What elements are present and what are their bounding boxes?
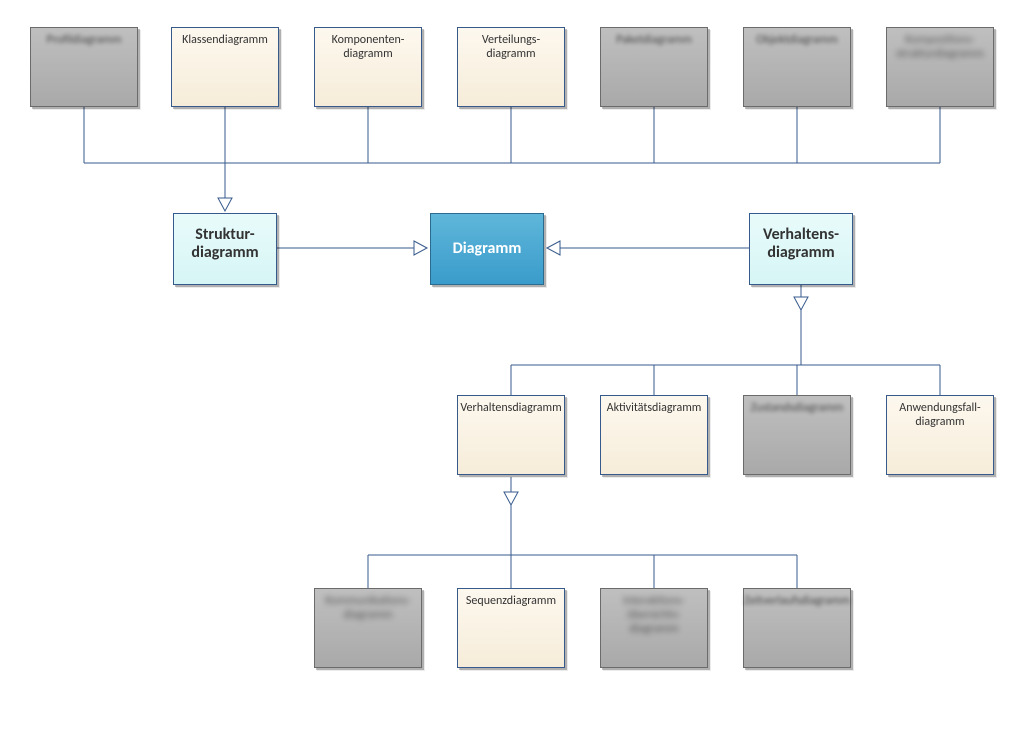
label: Sequenzdiagramm [466, 595, 556, 609]
node-verhaltensdiagramm-sub: Verhaltensdiagramm [457, 395, 565, 475]
label: Komponenten-diagramm [332, 34, 405, 62]
node-verteilungsdiagramm: Verteilungs-diagramm [457, 27, 565, 107]
label: Verhaltens-diagramm [763, 226, 839, 263]
node-paketdiagramm: Paketdiagramm [600, 27, 708, 107]
node-objektdiagramm: Objektdiagramm [743, 27, 851, 107]
label: Objektdiagramm [756, 34, 838, 48]
node-komponentendiagramm: Komponenten-diagramm [314, 27, 422, 107]
node-profildiagramm: Profildiagramm [30, 27, 138, 107]
label: Zustandsdiagramm [751, 402, 844, 416]
node-aktivitaetsdiagramm: Aktivitätsdiagramm [600, 395, 708, 475]
node-kommunikationsdiagramm: Kommunikations-diagramm [314, 588, 422, 668]
node-diagramm-root: Diagramm [430, 213, 544, 285]
label: Interaktions-übersichts-diagramm [623, 595, 685, 636]
label: Anwendungsfall-diagramm [899, 402, 980, 430]
node-zustandsdiagramm: Zustandsdiagramm [743, 395, 851, 475]
label: Diagramm [453, 240, 522, 258]
node-anwendungsfalldiagramm: Anwendungsfall-diagramm [886, 395, 994, 475]
label: Zeitverlaufsdiagramm [744, 595, 850, 609]
label: Profildiagramm [47, 34, 122, 48]
node-verhaltensdiagramm: Verhaltens-diagramm [749, 213, 853, 285]
node-strukturdiagramm: Struktur-diagramm [173, 213, 277, 285]
node-klassendiagramm: Klassendiagramm [171, 27, 279, 107]
label: Aktivitätsdiagramm [607, 402, 702, 416]
node-zeitverlaufsdiagramm: Zeitverlaufsdiagramm [743, 588, 851, 668]
diagram-canvas: Profildiagramm Klassendiagramm Komponent… [0, 0, 1024, 737]
label: Verhaltensdiagramm [460, 402, 561, 416]
node-interaktionsuebersichtsdiagramm: Interaktions-übersichts-diagramm [600, 588, 708, 668]
label: Verteilungs-diagramm [482, 34, 540, 62]
label: Klassendiagramm [182, 34, 268, 48]
node-sequenzdiagramm: Sequenzdiagramm [457, 588, 565, 668]
node-kompositionsstrukturdiagramm: Kompositions-strukturdiagramm [886, 27, 994, 107]
label: Paketdiagramm [616, 34, 692, 48]
label: Struktur-diagramm [191, 226, 258, 263]
label: Kommunikations-diagramm [325, 595, 410, 623]
label: Kompositions-strukturdiagramm [896, 34, 984, 62]
